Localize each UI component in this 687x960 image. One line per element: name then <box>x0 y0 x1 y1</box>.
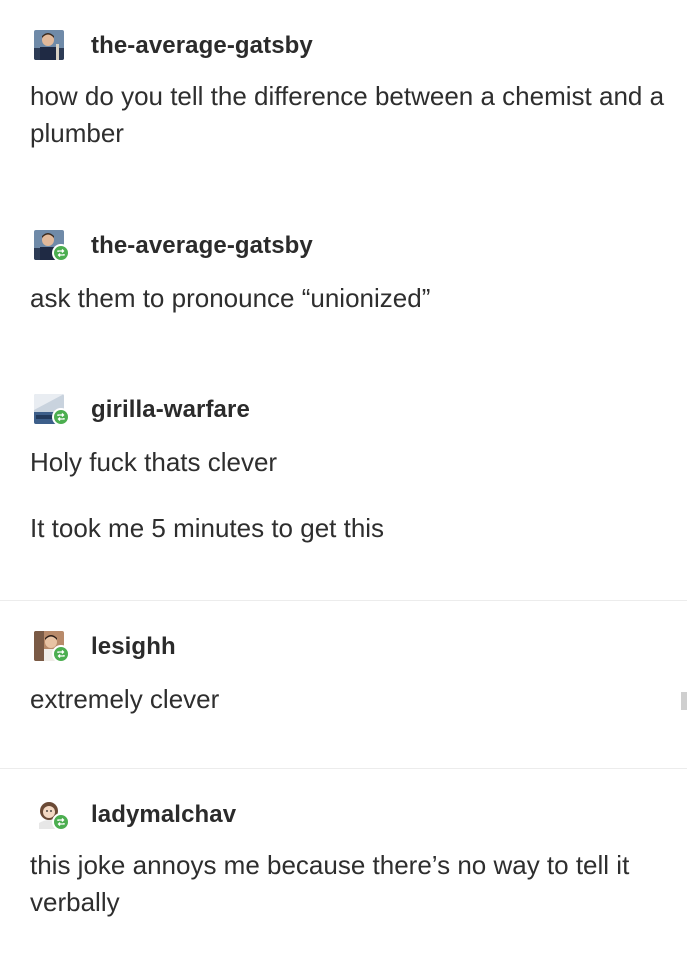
reblog-icon <box>52 645 70 663</box>
post-header: ladymalchav <box>30 795 667 835</box>
post-1: the-average-gatsby how do you tell the d… <box>0 0 687 196</box>
post-header: girilla-warfare <box>30 390 667 430</box>
avatar[interactable] <box>30 230 78 262</box>
post-body: this joke annoys me because there’s no w… <box>30 847 667 921</box>
post-text: how do you tell the difference between a… <box>30 81 665 148</box>
post-text: It took me 5 minutes to get this <box>30 513 385 543</box>
post-text: this joke annoys me because there’s no w… <box>30 850 630 917</box>
post-text: Holy fuck thats clever <box>30 447 278 477</box>
avatar[interactable] <box>30 394 78 426</box>
avatar-image <box>34 30 64 60</box>
post-text: extremely clever <box>30 684 220 714</box>
username[interactable]: the-average-gatsby <box>91 32 313 60</box>
post-body: ask them to pronounce “unionized” <box>30 280 667 317</box>
post-4: lesighh extremely clever <box>0 600 687 768</box>
post-header: lesighh <box>30 627 667 667</box>
avatar[interactable] <box>30 799 78 831</box>
reblog-icon <box>52 813 70 831</box>
post-3: girilla-warfare Holy fuck thats clever I… <box>0 362 687 600</box>
post-header: the-average-gatsby <box>30 26 667 66</box>
avatar[interactable] <box>30 30 78 62</box>
scrollbar[interactable] <box>681 692 687 710</box>
post-header: the-average-gatsby <box>30 226 667 266</box>
reblog-icon <box>52 408 70 426</box>
avatar[interactable] <box>30 631 78 663</box>
post-body: how do you tell the difference between a… <box>30 78 667 152</box>
username[interactable]: girilla-warfare <box>91 396 250 424</box>
username[interactable]: the-average-gatsby <box>91 232 313 260</box>
post-5: ladymalchav this joke annoys me because … <box>0 768 687 958</box>
post-text: ask them to pronounce “unionized” <box>30 283 431 313</box>
username[interactable]: lesighh <box>91 633 176 661</box>
reblog-icon <box>52 244 70 262</box>
post-body: Holy fuck thats clever It took me 5 minu… <box>30 444 667 547</box>
post-body: extremely clever <box>30 681 667 718</box>
username[interactable]: ladymalchav <box>91 801 236 829</box>
post-2: the-average-gatsby ask them to pronounce… <box>0 196 687 362</box>
